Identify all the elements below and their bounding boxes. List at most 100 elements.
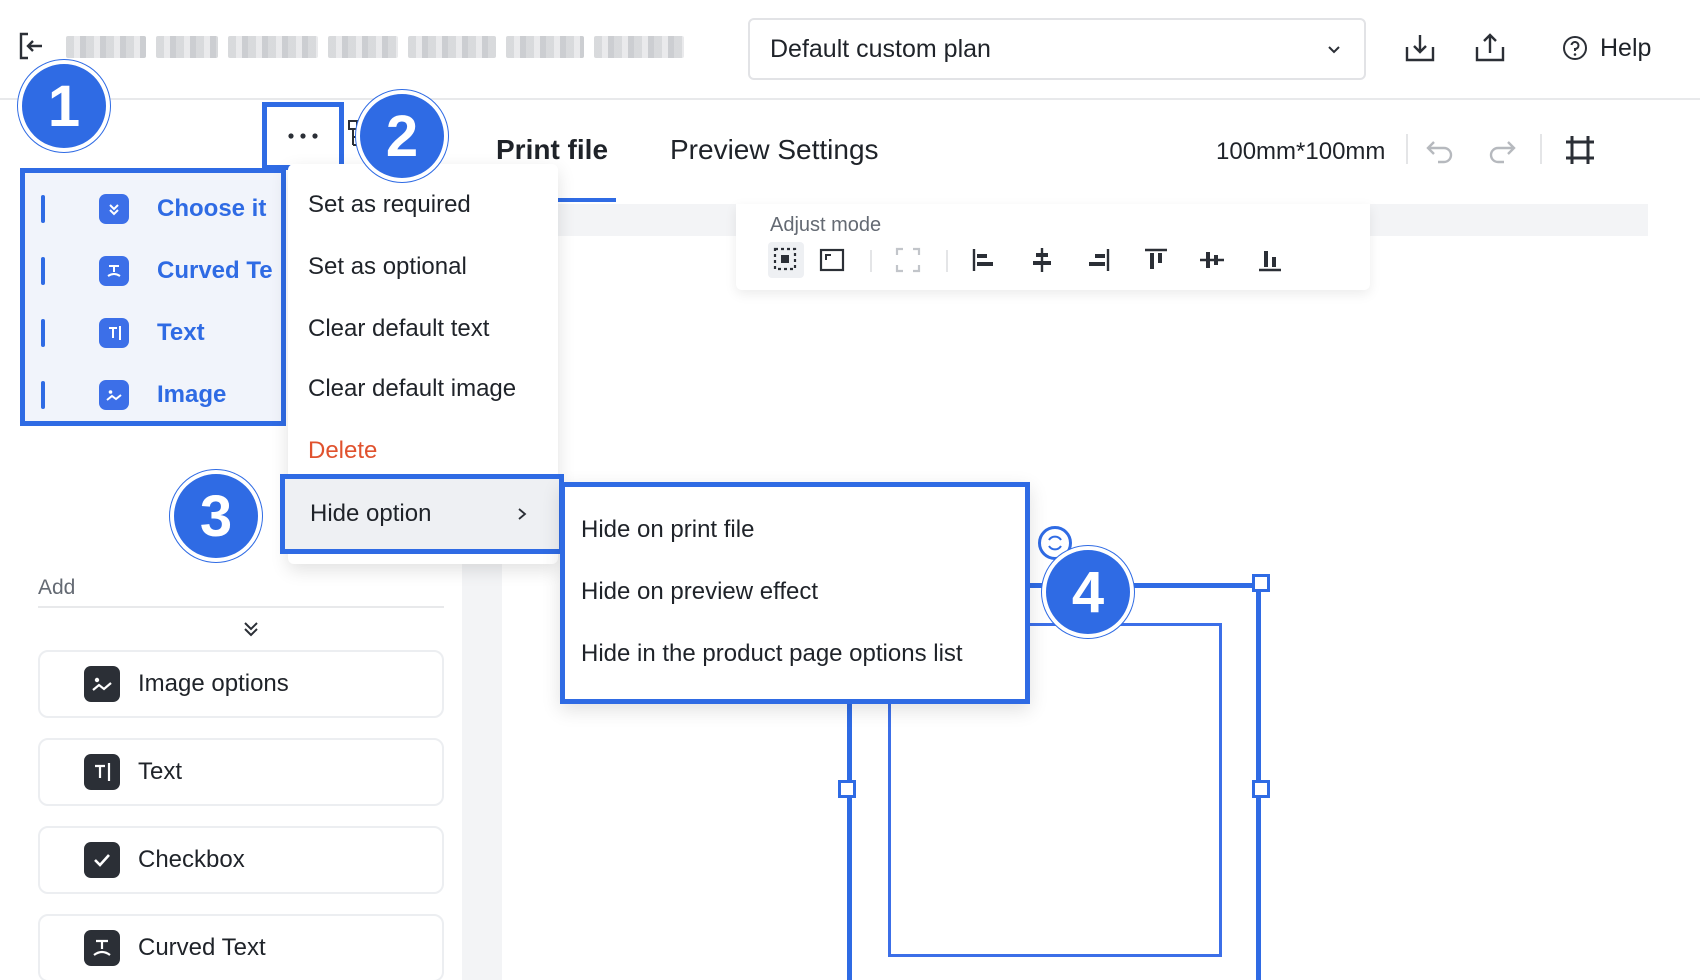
resize-handle-left[interactable] [838, 780, 856, 798]
submenu-item-label: Hide on print file [581, 516, 755, 543]
add-card-label: Curved Text [138, 934, 266, 961]
ellipsis-icon [288, 133, 318, 139]
layer-list: Choose it Curved Te Text Image [20, 168, 286, 426]
layer-item-curved-text[interactable]: Curved Te [25, 241, 281, 301]
curved-text-icon [99, 256, 129, 286]
layer-item-label: Curved Te [157, 257, 273, 284]
align-right-button[interactable] [1080, 242, 1116, 278]
text-icon [84, 754, 120, 790]
exit-icon[interactable] [16, 30, 48, 62]
divider [870, 250, 872, 272]
divider [1406, 134, 1408, 164]
align-left-icon [972, 249, 993, 271]
more-options-button[interactable] [262, 102, 344, 170]
layer-item-image[interactable]: Image [25, 365, 281, 425]
drag-handle-icon[interactable] [41, 257, 45, 285]
question-circle-icon [1563, 36, 1587, 60]
chevron-right-icon [518, 508, 527, 520]
drag-handle-icon[interactable] [41, 381, 45, 409]
layer-item-text[interactable]: Text [25, 303, 281, 363]
crop-frame-icon [1566, 136, 1594, 164]
divider [1540, 134, 1542, 164]
double-chevron-down-icon[interactable] [240, 618, 262, 640]
frame-icon [819, 248, 845, 272]
chevron-down-icon [1328, 46, 1340, 54]
menu-item-set-required[interactable]: Set as required [288, 176, 558, 234]
submenu-item-hide-print-file[interactable]: Hide on print file [565, 499, 1025, 561]
add-card-label: Checkbox [138, 846, 245, 873]
menu-item-label: Delete [308, 437, 378, 464]
add-image-options-card[interactable]: Image options [38, 650, 444, 718]
align-left-button[interactable] [966, 242, 1002, 278]
divider [38, 606, 444, 608]
crop-button[interactable] [1562, 132, 1598, 168]
select-mode-button[interactable] [768, 242, 804, 278]
image-icon [84, 666, 120, 702]
align-center-h-button[interactable] [1024, 242, 1060, 278]
image-icon [99, 380, 129, 410]
layer-context-menu: Set as required Set as optional Clear de… [280, 164, 564, 564]
add-text-card[interactable]: Text [38, 738, 444, 806]
submenu-item-hide-product-page[interactable]: Hide in the product page options list [565, 623, 1025, 685]
add-section-label: Add [38, 576, 76, 599]
menu-item-clear-default-text[interactable]: Clear default text [288, 300, 558, 358]
align-center-horizontal-icon [1033, 248, 1051, 272]
help-link[interactable]: Help [1562, 30, 1651, 66]
checkbox-icon [84, 842, 120, 878]
menu-item-clear-default-image[interactable]: Clear default image [288, 360, 558, 418]
menu-item-label: Set as required [308, 191, 471, 218]
submenu-item-label: Hide on preview effect [581, 578, 819, 605]
tab-preview-settings[interactable]: Preview Settings [670, 134, 879, 166]
menu-item-delete[interactable]: Delete [288, 422, 558, 480]
add-curved-text-card[interactable]: Curved Text [38, 914, 444, 980]
layer-item-label: Choose it [157, 195, 267, 222]
curved-text-icon [84, 930, 120, 966]
step-badge-2: 2 [356, 90, 448, 182]
upload-button[interactable] [1470, 28, 1510, 68]
canvas-size-label: 100mm*100mm [1216, 138, 1386, 165]
dropdown-icon [99, 194, 129, 224]
help-label: Help [1600, 33, 1652, 62]
menu-item-label: Clear default text [308, 315, 490, 342]
adjust-mode-label: Adjust mode [770, 214, 882, 236]
expand-icon [895, 247, 921, 273]
redo-button[interactable] [1484, 132, 1520, 168]
menu-item-hide-option[interactable]: Hide option [280, 474, 564, 554]
menu-item-label: Clear default image [308, 375, 517, 402]
add-card-label: Image options [138, 670, 289, 697]
plan-select[interactable]: Default custom plan [748, 18, 1366, 80]
blurred-product-title [66, 36, 706, 58]
drag-handle-icon[interactable] [41, 195, 45, 223]
align-center-v-button[interactable] [1194, 242, 1230, 278]
resize-handle-right[interactable] [1252, 780, 1270, 798]
submenu-item-hide-preview[interactable]: Hide on preview effect [565, 561, 1025, 623]
align-bottom-button[interactable] [1252, 242, 1288, 278]
layer-item-label: Text [157, 319, 205, 346]
fit-button[interactable] [890, 242, 926, 278]
marquee-select-icon [773, 247, 797, 271]
add-checkbox-card[interactable]: Checkbox [38, 826, 444, 894]
align-center-vertical-icon [1200, 252, 1224, 268]
rotate-icon [1048, 535, 1062, 551]
hide-option-submenu: Hide on print file Hide on preview effec… [560, 482, 1030, 704]
plan-select-value: Default custom plan [770, 34, 991, 63]
menu-item-set-optional[interactable]: Set as optional [288, 238, 558, 296]
frame-mode-button[interactable] [814, 242, 850, 278]
align-bottom-icon [1259, 251, 1281, 272]
align-top-button[interactable] [1138, 242, 1174, 278]
align-right-icon [1089, 249, 1110, 271]
step-badge-1: 1 [18, 60, 110, 152]
undo-button[interactable] [1422, 132, 1458, 168]
top-header: Default custom plan Help [0, 0, 1700, 100]
menu-item-label: Hide option [310, 500, 432, 527]
drag-handle-icon[interactable] [41, 319, 45, 347]
layer-item-choose[interactable]: Choose it [25, 179, 281, 239]
download-icon [1405, 35, 1435, 62]
resize-handle-top-right[interactable] [1252, 574, 1270, 592]
tab-print-file[interactable]: Print file [496, 134, 608, 166]
download-button[interactable] [1400, 28, 1440, 68]
divider [946, 250, 948, 272]
step-badge-4: 4 [1042, 546, 1134, 638]
submenu-item-label: Hide in the product page options list [581, 640, 963, 667]
step-badge-3: 3 [170, 470, 262, 562]
